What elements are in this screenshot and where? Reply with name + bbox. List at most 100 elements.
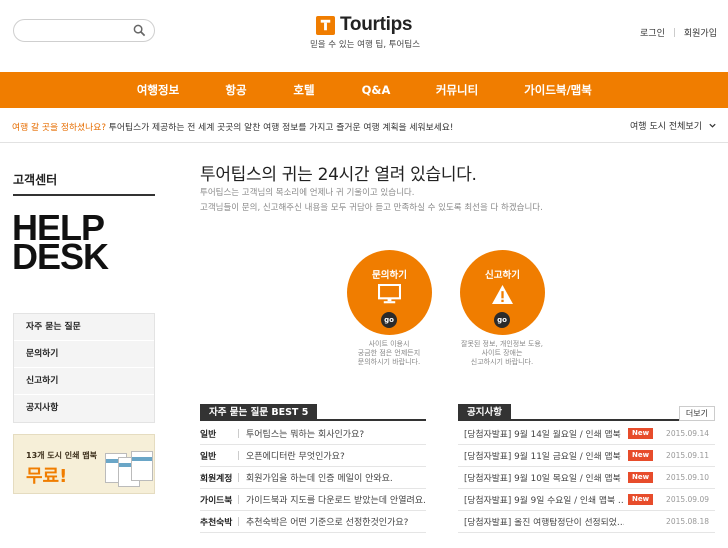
notice-title[interactable]: [당첨자발표] 올진 여행탐정단이 선정되었… <box>458 515 624 528</box>
promo-bar: 여행 갈 곳을 정하셨나요? 투어팁스가 제공하는 전 세계 곳곳의 알찬 여행… <box>0 108 728 143</box>
faq-question[interactable]: 추천숙박은 어떤 기준으로 선정한것인가요? <box>246 515 408 528</box>
warning-icon <box>492 284 513 305</box>
inquiry-note: 사이트 이용시 궁금한 점은 언제든지 문의하시기 바랍니다. <box>334 340 444 367</box>
new-badge: New <box>628 472 654 483</box>
notice-row[interactable]: [당첨자발표] 9월 10일 목요일 / 인쇄 맵북 … New 2015.09… <box>458 467 715 489</box>
faq-question[interactable]: 회원가입을 하는데 인증 메일이 안와요. <box>246 471 393 484</box>
report-button[interactable]: 신고하기 go <box>460 250 545 335</box>
desk-line: DESK <box>12 236 109 277</box>
book-icon <box>131 451 153 481</box>
sidebar-item-inquiry[interactable]: 문의하기 <box>14 341 154 368</box>
sidebar-menu: 자주 묻는 질문 문의하기 신고하기 공지사항 <box>13 313 155 423</box>
nav-item-guidebook[interactable]: 가이드북/맵북 <box>524 72 592 108</box>
nav-item-travel-info[interactable]: 여행정보 <box>137 72 179 108</box>
new-badge: New <box>628 450 654 461</box>
join-link[interactable]: 회원가입 <box>684 26 717 39</box>
divider <box>673 28 675 37</box>
notice-date: 2015.09.10 <box>666 473 709 482</box>
notice-title[interactable]: [당첨자발표] 9월 9일 수요일 / 인쇄 맵북 … <box>458 493 624 506</box>
faq-category: 일반 <box>200 430 217 440</box>
notice-row[interactable]: [당첨자발표] 9월 14일 월요일 / 인쇄 맵북 … New 2015.09… <box>458 423 715 445</box>
promo-message: 투어팁스가 제공하는 전 세계 곳곳의 알찬 여행 정보를 가지고 즐거운 여행… <box>108 123 454 133</box>
faq-question[interactable]: 투어팁스는 뭐하는 회사인가요? <box>246 427 364 440</box>
nav-item-community[interactable]: 커뮤니티 <box>436 72 478 108</box>
notice-row[interactable]: [당첨자발표] 9월 9일 수요일 / 인쇄 맵북 … New 2015.09.… <box>458 489 715 511</box>
faq-row[interactable]: 일반 오픈에디터란 무엇인가요? <box>200 445 426 467</box>
sidebar-item-faq[interactable]: 자주 묻는 질문 <box>14 314 154 341</box>
sidebar-title: 고객센터 <box>13 173 58 187</box>
divider <box>238 429 239 438</box>
divider <box>238 495 239 504</box>
page: Tourtips 믿을 수 있는 여행 팁, 투어팁스 로그인 회원가입 여행정… <box>0 0 728 548</box>
logo[interactable]: Tourtips <box>316 13 412 37</box>
inquiry-note-line: 문의하시기 바랍니다. <box>357 358 421 366</box>
intro-text: 투어팁스는 고객님의 목소리에 언제나 귀 기울이고 있습니다. <box>200 188 415 198</box>
city-select-label: 여행 도시 전체보기 <box>630 122 702 132</box>
notice-board-title[interactable]: 공지사항 <box>458 404 511 421</box>
notice-row[interactable]: [당첨자발표] 9월 11일 금요일 / 인쇄 맵북 … New 2015.09… <box>458 445 715 467</box>
more-button[interactable]: 더보기 <box>678 406 715 421</box>
inquiry-note-line: 사이트 이용시 <box>368 340 410 348</box>
help-desk-heading: HELP DESK <box>12 210 109 277</box>
faq-row[interactable]: 추천숙박 추천숙박은 어떤 기준으로 선정한것인가요? <box>200 511 426 533</box>
faq-board-header: 자주 묻는 질문 BEST 5 <box>200 404 426 421</box>
faq-board-title[interactable]: 자주 묻는 질문 BEST 5 <box>200 404 318 421</box>
divider <box>13 194 155 196</box>
logo-icon <box>316 15 335 35</box>
notice-title[interactable]: [당첨자발표] 9월 14일 월요일 / 인쇄 맵북 … <box>458 427 624 440</box>
faq-category: 추천숙박 <box>200 518 233 528</box>
faq-row[interactable]: 가이드북 가이드북과 지도를 다운로드 받았는데 안열려요. <box>200 489 426 511</box>
inquiry-button[interactable]: 문의하기 go <box>347 250 432 335</box>
notice-date: 2015.09.09 <box>666 495 709 504</box>
notice-row[interactable]: [당첨자발표] 올진 여행탐정단이 선정되었… 2015.08.18 <box>458 511 715 533</box>
notice-date: 2015.09.14 <box>666 429 709 438</box>
banner-title: 무료! <box>26 466 68 487</box>
faq-category: 가이드북 <box>200 496 233 506</box>
report-note: 잘못된 정보, 개인정보 도용, 사이트 장애는 신고하시기 바랍니다. <box>447 340 557 367</box>
nav-item-qna[interactable]: Q&A <box>362 72 391 108</box>
monitor-icon <box>378 284 401 304</box>
new-badge: New <box>628 494 654 505</box>
inquiry-note-line: 궁금한 점은 언제든지 <box>357 349 421 357</box>
faq-row[interactable]: 회원계정 회원가입을 하는데 인증 메일이 안와요. <box>200 467 426 489</box>
top-links: 로그인 회원가입 <box>640 26 717 39</box>
nav-item-flights[interactable]: 항공 <box>225 72 246 108</box>
notice-date: 2015.09.11 <box>666 451 709 460</box>
new-badge: New <box>628 428 654 439</box>
divider <box>238 517 239 526</box>
city-select[interactable]: 여행 도시 전체보기 <box>630 119 717 132</box>
search-icon[interactable] <box>133 24 146 37</box>
faq-question[interactable]: 가이드북과 지도를 다운로드 받았는데 안열려요. <box>246 493 426 506</box>
go-icon: go <box>494 312 510 328</box>
report-note-line: 잘못된 정보, 개인정보 도용, <box>461 340 543 348</box>
divider <box>238 473 239 482</box>
promo-question: 여행 갈 곳을 정하셨나요? <box>12 123 106 133</box>
faq-question[interactable]: 오픈에디터란 무엇인가요? <box>246 449 345 462</box>
tagline: 믿을 수 있는 여행 팁, 투어팁스 <box>309 40 421 50</box>
notice-date: 2015.08.18 <box>666 517 709 526</box>
promo-text: 여행 갈 곳을 정하셨나요? 투어팁스가 제공하는 전 세계 곳곳의 알찬 여행… <box>12 120 453 133</box>
report-note-line: 사이트 장애는 <box>481 349 523 357</box>
report-label: 신고하기 <box>485 270 520 281</box>
mapbook-banner[interactable]: 13개 도시 인쇄 맵북 무료! <box>13 434 155 494</box>
chevron-down-icon <box>709 123 716 128</box>
intro-text: 고객님들이 문의, 신고해주신 내용을 모두 귀담아 듣고 만족하실 수 있도록… <box>200 203 543 213</box>
nav-item-hotels[interactable]: 호텔 <box>293 72 314 108</box>
main-nav: 여행정보 항공 호텔 Q&A 커뮤니티 가이드북/맵북 <box>0 72 728 108</box>
divider <box>238 451 239 460</box>
page-title: 투어팁스의 귀는 24시간 열려 있습니다. <box>200 165 477 185</box>
notice-title[interactable]: [당첨자발표] 9월 11일 금요일 / 인쇄 맵북 … <box>458 449 624 462</box>
sidebar-item-report[interactable]: 신고하기 <box>14 368 154 395</box>
logo-text: Tourtips <box>340 14 413 35</box>
faq-category: 회원계정 <box>200 474 233 484</box>
go-icon: go <box>381 312 397 328</box>
faq-category: 일반 <box>200 452 217 462</box>
faq-row[interactable]: 일반 투어팁스는 뭐하는 회사인가요? <box>200 423 426 445</box>
notice-board-header: 공지사항 더보기 <box>458 404 715 421</box>
inquiry-label: 문의하기 <box>372 270 407 281</box>
sidebar-item-notice[interactable]: 공지사항 <box>14 395 154 422</box>
notice-title[interactable]: [당첨자발표] 9월 10일 목요일 / 인쇄 맵북 … <box>458 471 624 484</box>
banner-subtitle: 13개 도시 인쇄 맵북 <box>26 451 98 460</box>
report-note-line: 신고하시기 바랍니다. <box>470 358 534 366</box>
login-link[interactable]: 로그인 <box>640 26 665 39</box>
